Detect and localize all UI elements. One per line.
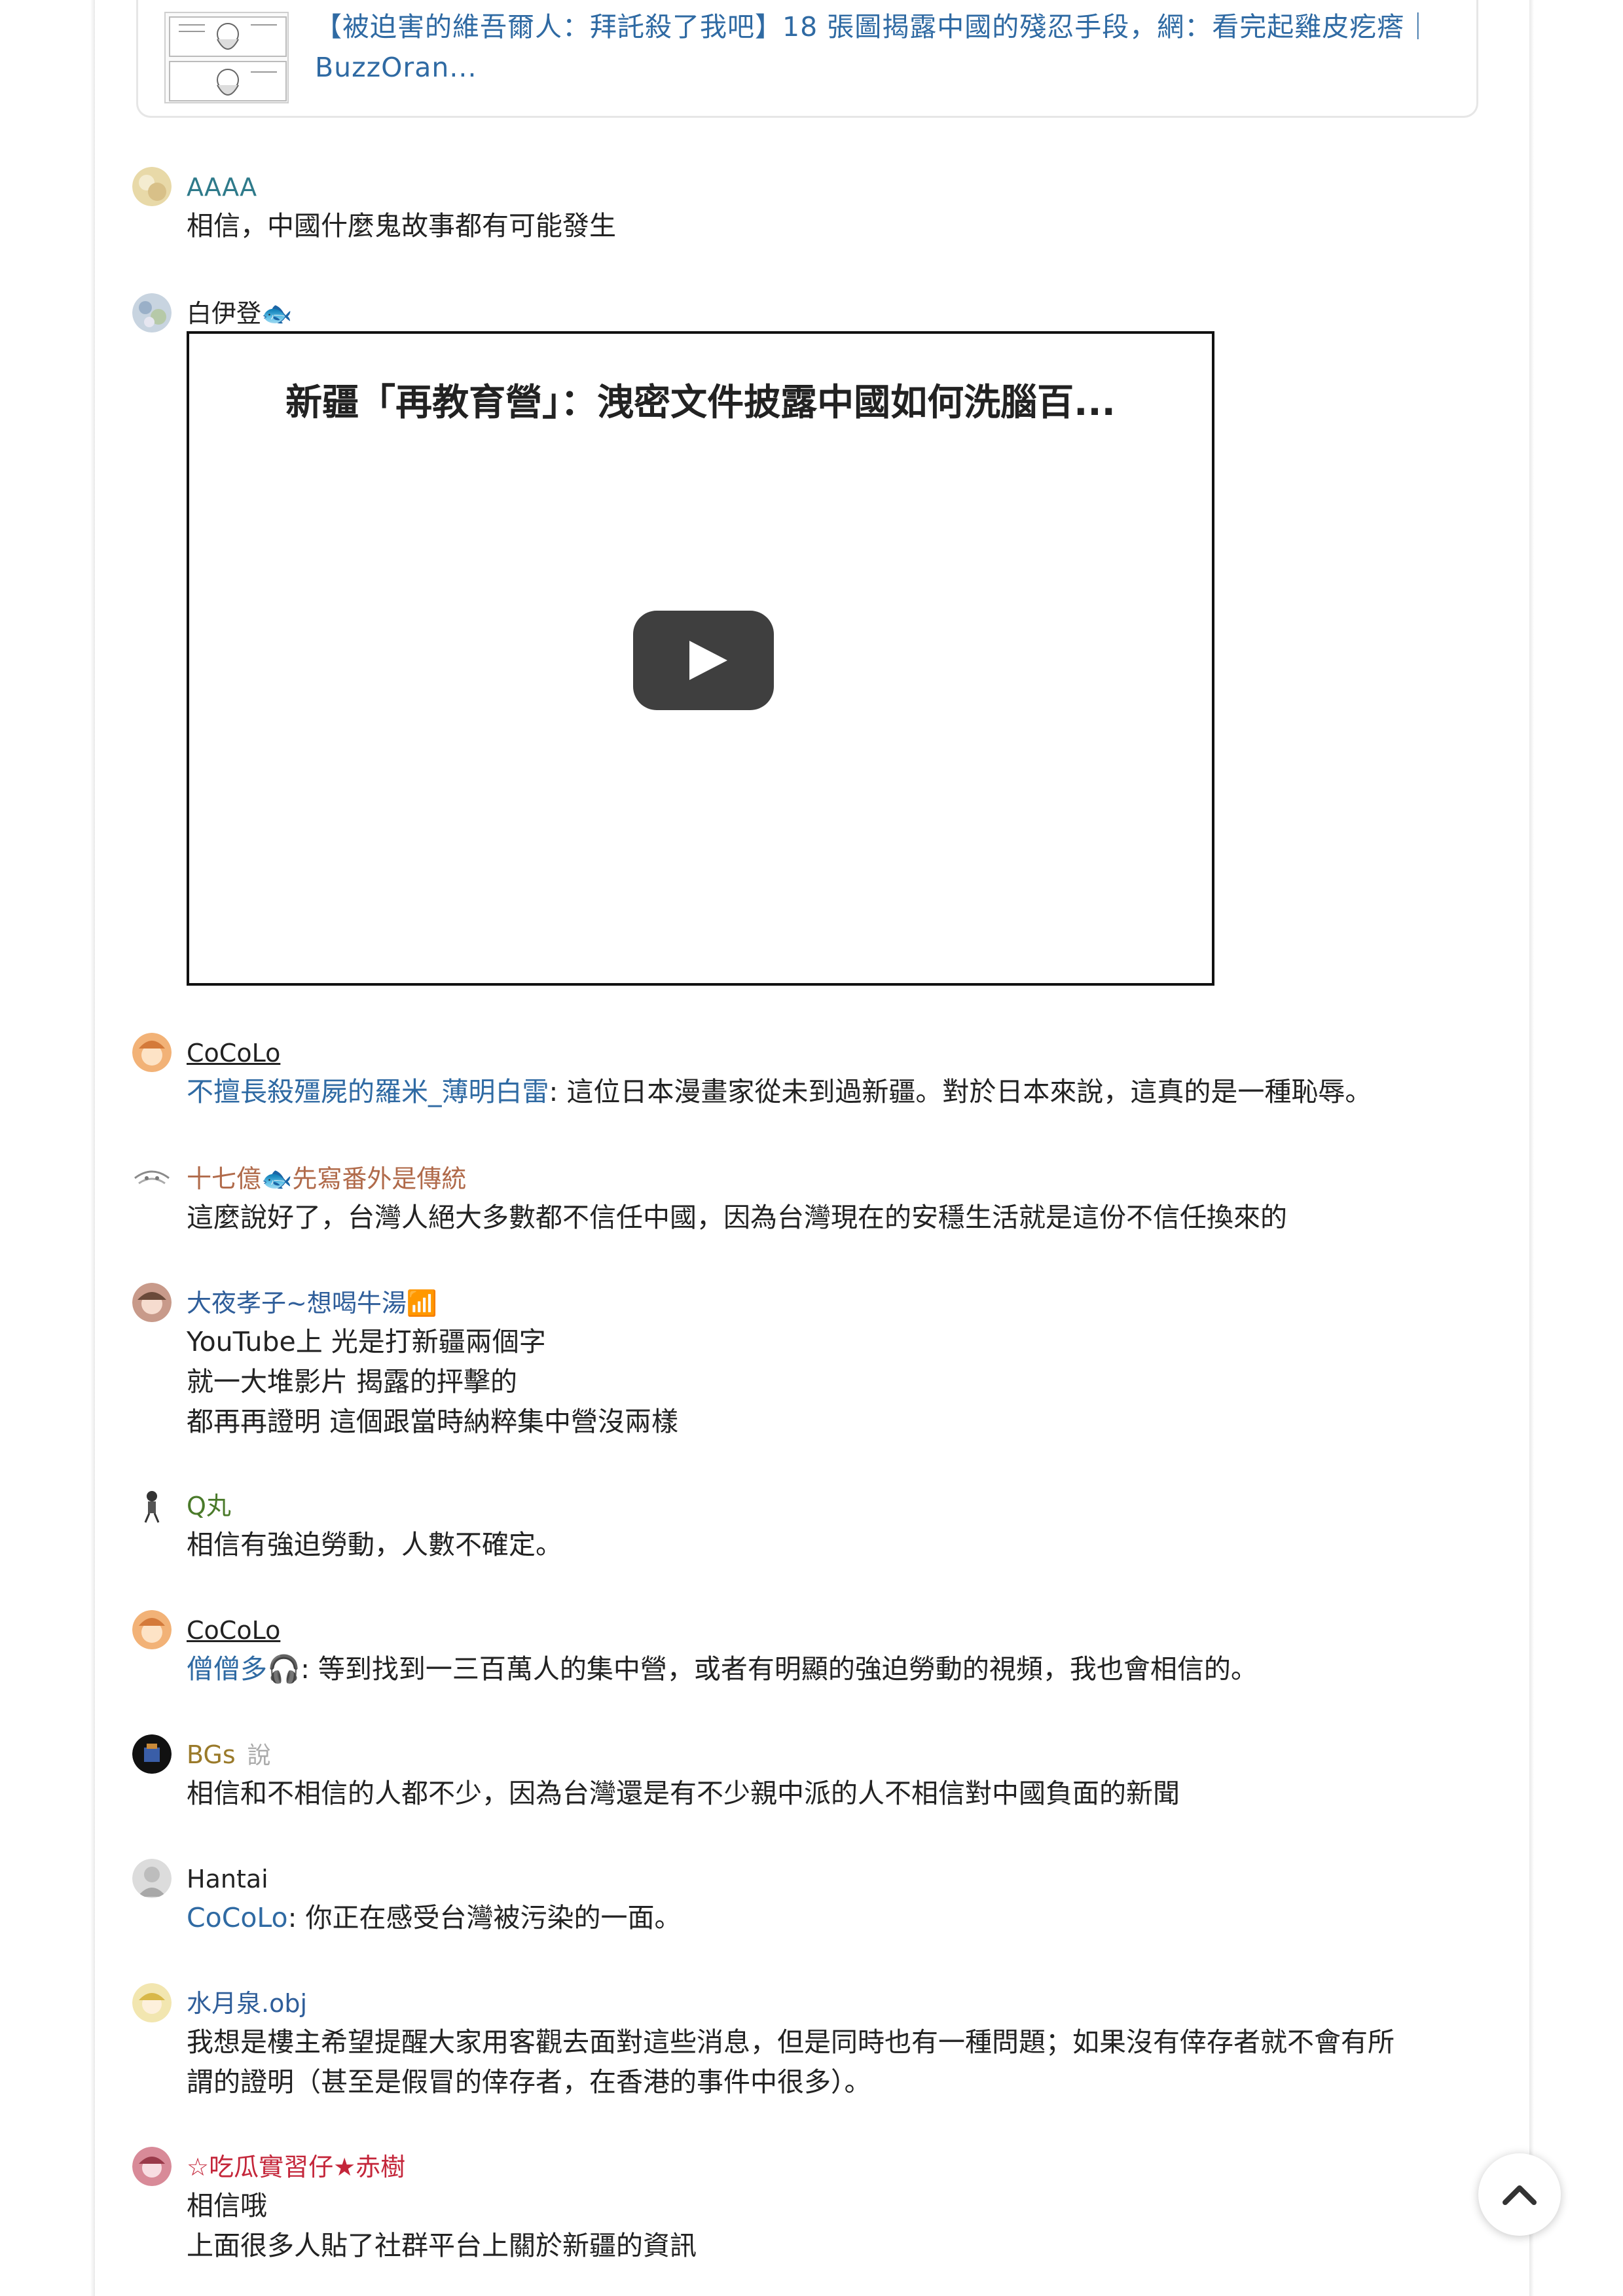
- author-name[interactable]: BGs: [187, 1740, 236, 1769]
- play-icon[interactable]: [633, 611, 774, 710]
- comment-author[interactable]: AAAA: [187, 171, 257, 204]
- comment-author[interactable]: 水月泉.obj: [187, 1987, 307, 2020]
- reply-mention[interactable]: CoCoLo: [187, 1902, 288, 1933]
- avatar[interactable]: [132, 1983, 172, 2022]
- scroll-to-top-button[interactable]: [1478, 2153, 1561, 2236]
- comment-author[interactable]: Q丸: [187, 1490, 231, 1522]
- reply-mention[interactable]: 不擅長殺殭屍的羅米_薄明白雷: [187, 1076, 549, 1107]
- avatar[interactable]: [132, 1734, 172, 1774]
- comment-line: 謂的證明（甚至是假冒的倖存者，在香港的事件中很多）。: [187, 2066, 871, 2098]
- comment-body: YouTube上 光是打新疆兩個字 就一大堆影片 揭露的抨擊的 都再再證明 這個…: [187, 1322, 1489, 1442]
- comment-line: 都再再證明 這個跟當時納粹集中營沒兩樣: [187, 1406, 679, 1437]
- comment-body: 不擅長殺殭屍的羅米_薄明白雷: 這位日本漫畫家從未到過新疆。對於日本來說，這真的…: [187, 1072, 1489, 1112]
- comment-body: 相信哦 上面很多人貼了社群平台上關於新疆的資訊: [187, 2186, 1489, 2266]
- youtube-video-embed[interactable]: 新疆「再教育營」：洩密文件披露中國如何洗腦百...: [187, 331, 1214, 986]
- comment-line: 就一大堆影片 揭露的抨擊的: [187, 1366, 518, 1397]
- comment-author[interactable]: CoCoLo: [187, 1614, 280, 1647]
- comic-thumbnail: [164, 12, 289, 103]
- said-label: 說: [247, 1742, 271, 1769]
- comment-line: 相信有強迫勞動，人數不確定。: [187, 1529, 562, 1560]
- avatar[interactable]: [132, 1486, 172, 1525]
- comment-body: 相信有強迫勞動，人數不確定。: [187, 1525, 1489, 1565]
- comment-author: BGs 說: [187, 1738, 271, 1772]
- comment-author[interactable]: 大夜孝子~想喝牛湯📶: [187, 1287, 437, 1319]
- comment-author[interactable]: 十七億🐟先寫番外是傳統: [187, 1162, 466, 1195]
- avatar[interactable]: [132, 2147, 172, 2186]
- comment-body: 這麼說好了，台灣人絕大多數都不信任中國，因為台灣現在的安穩生活就是這份不信任換來…: [187, 1198, 1489, 1238]
- comment-line: 不擅長殺殭屍的羅米_薄明白雷: 這位日本漫畫家從未到過新疆。對於日本來說，這真的…: [187, 1076, 1372, 1107]
- avatar[interactable]: [132, 1610, 172, 1649]
- video-title: 新疆「再教育營」：洩密文件披露中國如何洗腦百...: [285, 382, 1116, 424]
- comment-line: YouTube上 光是打新疆兩個字: [187, 1326, 546, 1357]
- comment-line: 相信，中國什麼鬼故事都有可能發生: [187, 210, 616, 242]
- avatar[interactable]: [132, 1283, 172, 1322]
- chevron-up-icon: [1503, 2185, 1537, 2205]
- avatar[interactable]: [132, 293, 172, 332]
- comment-author[interactable]: CoCoLo: [187, 1037, 280, 1069]
- comment-thread: 【被迫害的維吾爾人：拜託殺了我吧】18 張圖揭露中國的殘忍手段，網：看完起雞皮疙…: [131, 0, 1493, 2296]
- avatar[interactable]: [132, 1158, 172, 1198]
- comment-author[interactable]: ☆吃瓜實習仔★赤樹: [187, 2151, 405, 2183]
- page-margin-left: [0, 0, 95, 2296]
- link-preview-card[interactable]: 【被迫害的維吾爾人：拜託殺了我吧】18 張圖揭露中國的殘忍手段，網：看完起雞皮疙…: [136, 0, 1478, 118]
- reply-mention[interactable]: 僧僧多🎧: [187, 1653, 301, 1685]
- comment-line: 上面很多人貼了社群平台上關於新疆的資訊: [187, 2230, 697, 2261]
- comment-line: 相信和不相信的人都不少，因為台灣還是有不少親中派的人不相信對中國負面的新聞: [187, 1778, 1180, 1809]
- comment-line: 這麼說好了，台灣人絕大多數都不信任中國，因為台灣現在的安穩生活就是這份不信任換來…: [187, 1202, 1287, 1233]
- avatar[interactable]: [132, 167, 172, 206]
- comment-author[interactable]: 白伊登🐟: [187, 297, 292, 330]
- comment-body: 相信和不相信的人都不少，因為台灣還是有不少親中派的人不相信對中國負面的新聞: [187, 1774, 1489, 1814]
- page-margin-right: [1529, 0, 1623, 2296]
- comment-body: 相信，中國什麼鬼故事都有可能發生: [187, 206, 1489, 246]
- comment-line: CoCoLo: 你正在感受台灣被污染的一面。: [187, 1902, 682, 1933]
- comment-line: 僧僧多🎧: 等到找到一三百萬人的集中營，或者有明顯的強迫勞動的視頻，我也會相信的…: [187, 1653, 1258, 1685]
- comment-body: CoCoLo: 你正在感受台灣被污染的一面。: [187, 1898, 1489, 1938]
- comment-author[interactable]: Hantai: [187, 1863, 268, 1895]
- avatar[interactable]: [132, 1859, 172, 1898]
- comment-body: 僧僧多🎧: 等到找到一三百萬人的集中營，或者有明顯的強迫勞動的視頻，我也會相信的…: [187, 1649, 1489, 1689]
- comment-line: 我想是樓主希望提醒大家用客觀去面對這些消息，但是同時也有一種問題；如果沒有倖存者…: [187, 2026, 1395, 2058]
- comment-body: 我想是樓主希望提醒大家用客觀去面對這些消息，但是同時也有一種問題；如果沒有倖存者…: [187, 2022, 1489, 2102]
- avatar[interactable]: [132, 1033, 172, 1072]
- link-preview-title[interactable]: 【被迫害的維吾爾人：拜託殺了我吧】18 張圖揭露中國的殘忍手段，網：看完起雞皮疙…: [315, 7, 1467, 88]
- comment-line: 相信哦: [187, 2190, 267, 2221]
